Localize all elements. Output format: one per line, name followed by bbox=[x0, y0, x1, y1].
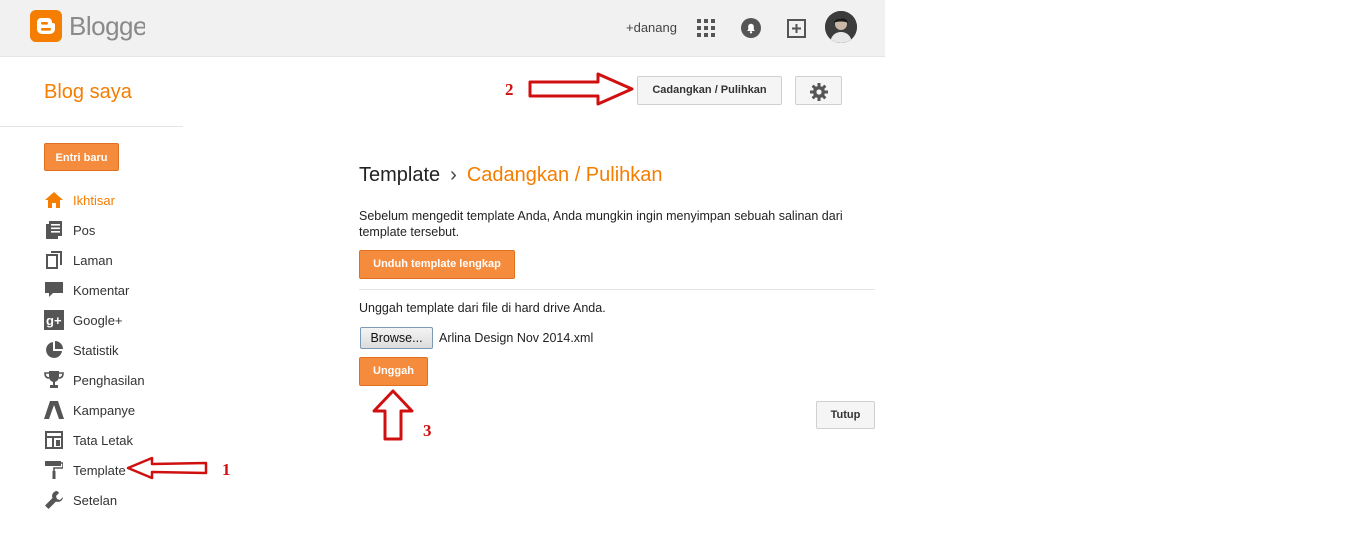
sidebar-item-label: Komentar bbox=[73, 282, 130, 298]
annotation-arrow-3 bbox=[372, 389, 414, 441]
breadcrumb-current: Cadangkan / Pulihkan bbox=[466, 164, 663, 186]
pages-icon bbox=[44, 250, 64, 270]
sidebar-item-label: Ikhtisar bbox=[73, 192, 115, 208]
browse-file-button[interactable]: Browse... bbox=[360, 327, 433, 349]
annotation-step-2: 2 bbox=[505, 80, 514, 99]
avatar[interactable] bbox=[825, 11, 857, 43]
sidebar-divider bbox=[0, 126, 183, 127]
sidebar-item-earnings[interactable]: Penghasilan bbox=[44, 365, 145, 395]
sidebar-item-overview[interactable]: Ikhtisar bbox=[44, 185, 145, 215]
sidebar-item-comments[interactable]: Komentar bbox=[44, 275, 145, 305]
sidebar-item-settings[interactable]: Setelan bbox=[44, 485, 145, 515]
sidebar-item-label: Tata Letak bbox=[73, 432, 133, 448]
sidebar-item-label: Template bbox=[73, 462, 126, 478]
blog-title[interactable]: Blog saya bbox=[44, 81, 132, 104]
sidebar-item-label: Pos bbox=[73, 222, 96, 238]
posts-icon bbox=[44, 220, 64, 240]
sidebar-item-label: Kampanye bbox=[73, 402, 136, 418]
sidebar-item-label: Statistik bbox=[73, 342, 119, 358]
layout-icon bbox=[44, 430, 64, 450]
blogger-logo-icon bbox=[30, 10, 62, 42]
google-plus-icon: g+ bbox=[44, 310, 64, 330]
wrench-icon bbox=[44, 490, 64, 510]
top-bar: Blogger +danang bbox=[0, 0, 885, 57]
upload-button[interactable]: Unggah bbox=[359, 357, 428, 386]
blogger-logo[interactable]: Blogger bbox=[30, 10, 145, 42]
upload-label: Unggah template dari file di hard drive … bbox=[359, 301, 606, 315]
adwords-icon bbox=[44, 400, 64, 420]
sidebar-item-posts[interactable]: Pos bbox=[44, 215, 145, 245]
apps-grid-icon[interactable] bbox=[697, 19, 715, 37]
sidebar-item-stats[interactable]: Statistik bbox=[44, 335, 145, 365]
sidebar-item-label: Google+ bbox=[73, 312, 123, 328]
brand-name: Blogger bbox=[69, 10, 145, 41]
settings-gear-button[interactable] bbox=[795, 76, 842, 105]
download-template-button[interactable]: Unduh template lengkap bbox=[359, 250, 515, 279]
sidebar-item-google-plus[interactable]: g+ Google+ bbox=[44, 305, 145, 335]
pie-chart-icon bbox=[44, 340, 64, 360]
sidebar-item-campaigns[interactable]: Kampanye bbox=[44, 395, 145, 425]
section-divider bbox=[359, 289, 875, 290]
sidebar-item-layout[interactable]: Tata Letak bbox=[44, 425, 145, 455]
annotation-step-3: 3 bbox=[423, 421, 432, 440]
trophy-icon bbox=[44, 370, 64, 390]
breadcrumb-separator: › bbox=[450, 164, 457, 186]
backup-description: Sebelum mengedit template Anda, Anda mun… bbox=[359, 209, 843, 239]
user-profile-link[interactable]: +danang bbox=[626, 20, 677, 35]
new-post-button[interactable]: Entri baru bbox=[44, 143, 119, 171]
backup-restore-button[interactable]: Cadangkan / Pulihkan bbox=[637, 76, 782, 105]
selected-file-name: Arlina Design Nov 2014.xml bbox=[439, 331, 594, 345]
breadcrumb-parent[interactable]: Template bbox=[359, 164, 440, 186]
page-title: Template › Cadangkan / Pulihkan bbox=[359, 164, 663, 187]
sidebar-item-pages[interactable]: Laman bbox=[44, 245, 145, 275]
add-post-icon[interactable] bbox=[786, 17, 808, 39]
gear-icon bbox=[809, 83, 828, 101]
annotation-arrow-2 bbox=[528, 72, 634, 106]
paint-roller-icon bbox=[44, 460, 64, 480]
sidebar-item-label: Laman bbox=[73, 252, 113, 268]
comment-icon bbox=[44, 280, 64, 300]
close-button[interactable]: Tutup bbox=[816, 401, 875, 429]
svg-text:g+: g+ bbox=[46, 313, 62, 328]
annotation-arrow-1 bbox=[126, 456, 208, 480]
home-icon bbox=[44, 190, 64, 210]
sidebar-item-label: Penghasilan bbox=[73, 372, 145, 388]
annotation-step-1: 1 bbox=[222, 460, 231, 479]
notifications-bell-icon[interactable] bbox=[740, 17, 762, 39]
sidebar-item-label: Setelan bbox=[73, 492, 118, 508]
